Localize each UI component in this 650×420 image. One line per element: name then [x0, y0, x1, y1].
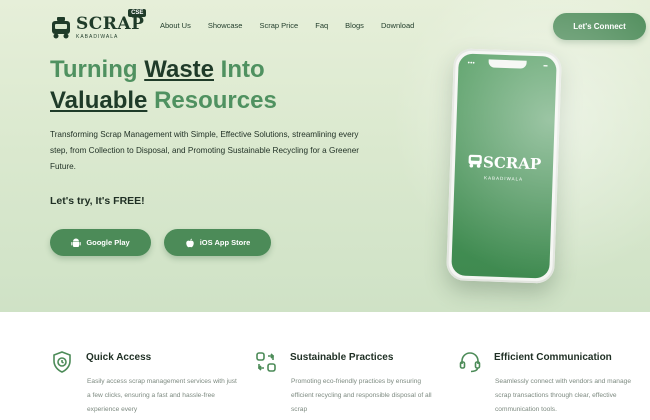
feature-title: Efficient Communication [494, 352, 612, 363]
nav-item-blogs[interactable]: Blogs [345, 21, 364, 30]
brand-sub: KABADIWALA [76, 34, 119, 40]
nav-item-showcase[interactable]: Showcase [208, 21, 243, 30]
lets-connect-button[interactable]: Let's Connect [553, 13, 646, 40]
signal-icon: ●●● [467, 59, 475, 65]
headline-word: Turning [50, 56, 138, 83]
google-play-label: Google Play [86, 238, 130, 247]
features-section: Quick Access Easily access scrap managem… [0, 312, 650, 420]
apple-icon [185, 238, 195, 248]
ios-app-store-label: iOS App Store [199, 238, 251, 247]
brand-tag: CSE [128, 9, 147, 17]
phone-status-bar: ●●● ▬ [468, 60, 548, 68]
headline-word: Into [220, 56, 265, 83]
android-icon [71, 238, 82, 248]
nav-item-download[interactable]: Download [381, 21, 414, 30]
phone-notch [488, 59, 527, 69]
hero-headline: Turning Waste Into Valuable Resources [50, 54, 350, 116]
feature-description: Seamlessly connect with vendors and mana… [495, 378, 631, 413]
brand-word: SCRAP [76, 14, 145, 34]
phone-logo-sub: KABADIWALA [483, 174, 524, 182]
nav-item-about-us[interactable]: About Us [160, 21, 191, 30]
phone-screen: ●●● ▬ SCRAP KABADIWALA [451, 53, 557, 279]
phone-logo-word: SCRAP [482, 153, 542, 174]
ios-app-store-button[interactable]: iOS App Store [164, 229, 271, 256]
shield-clock-icon [50, 350, 74, 374]
phone-mockup: ●●● ▬ SCRAP KABADIWALA [445, 48, 563, 284]
brand-logo[interactable]: CSE SCRAP KABADIWALA [50, 9, 147, 45]
recycle-grid-icon [254, 350, 278, 374]
battery-icon: ▬ [543, 62, 548, 68]
headline-highlight: Waste [144, 56, 214, 83]
feature-description: Promoting eco-friendly practices by ensu… [291, 378, 432, 413]
google-play-button[interactable]: Google Play [50, 229, 151, 256]
feature-title: Quick Access [86, 352, 152, 363]
headset-icon [458, 350, 482, 374]
headline-highlight: Valuable [50, 87, 148, 114]
try-free-text: Let's try, It's FREE! [50, 195, 145, 207]
feature-description: Easily access scrap management services … [87, 378, 237, 413]
hero-section: CSE SCRAP KABADIWALA About Us Showcase S… [0, 0, 650, 312]
main-nav: About Us Showcase Scrap Price Faq Blogs … [160, 21, 431, 30]
headline-word: Resources [154, 87, 277, 114]
brand-text: CSE SCRAP KABADIWALA [76, 9, 147, 40]
nav-item-faq[interactable]: Faq [315, 21, 328, 30]
truck-logo-icon [467, 150, 484, 174]
nav-item-scrap-price[interactable]: Scrap Price [259, 21, 298, 30]
truck-logo-icon [50, 16, 72, 40]
phone-app-logo: SCRAP [467, 150, 542, 176]
feature-title: Sustainable Practices [290, 352, 394, 363]
hero-description: Transforming Scrap Management with Simpl… [50, 130, 360, 171]
